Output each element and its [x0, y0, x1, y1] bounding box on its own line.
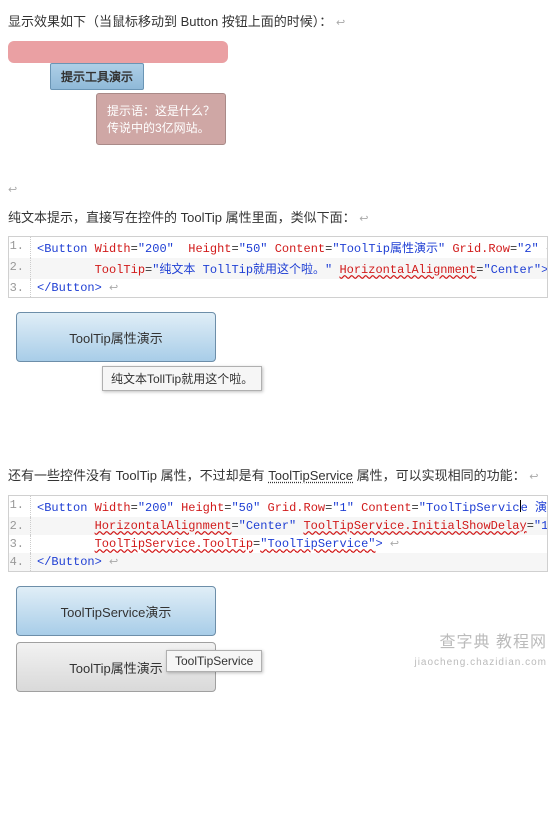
- return-mark: ↩: [8, 184, 17, 196]
- text-cursor: [520, 500, 521, 512]
- demo-button-tooltipservice[interactable]: ToolTipService演示: [16, 586, 216, 636]
- code-line: <Button Width="200" Height="50" Grid.Row…: [31, 496, 547, 517]
- tooltip-service-text: ToolTipService: [175, 654, 253, 668]
- demo-button-tooltip-label: ToolTip属性演示: [69, 328, 162, 347]
- code-line: HorizontalAlignment="Center" ToolTipServ…: [31, 517, 547, 535]
- code-block-2: 1. <Button Width="200" Height="50" Grid.…: [8, 495, 548, 572]
- paragraph-tooltipservice: 还有一些控件没有 ToolTip 属性，不过却是有 ToolTipService…: [8, 466, 549, 487]
- demo-button-tooltip[interactable]: ToolTip属性演示: [16, 312, 216, 362]
- tooltip-plain: 纯文本TollTip就用这个啦。: [102, 366, 262, 391]
- tooltip-rich-line2: 传说中的3亿网站。: [107, 119, 215, 136]
- code-block-1: 1. <Button Width="200" Height="50" Conte…: [8, 236, 548, 298]
- line-number: 2.: [9, 517, 31, 535]
- paragraph-plaintext-text: 纯文本提示，直接写在控件的 ToolTip 属性里面，类似下面：: [8, 210, 356, 225]
- line-number: 2.: [9, 258, 31, 279]
- paragraph-intro: 显示效果如下（当鼠标移动到 Button 按钮上面的时候）： ↩: [8, 12, 549, 33]
- paragraph-ts-b: 属性，可以实现相同的功能：: [353, 468, 526, 483]
- line-number: 1.: [9, 496, 31, 517]
- code-line: </Button> ↩: [31, 279, 547, 297]
- figure1-bg: [8, 41, 228, 63]
- demo-button-tooltipservice-label: ToolTipService演示: [61, 602, 172, 621]
- tooltip-plain-text: 纯文本TollTip就用这个啦。: [111, 372, 253, 386]
- paragraph-ts-u: ToolTipService: [268, 468, 353, 483]
- return-mark: ↩: [529, 471, 538, 483]
- paragraph-ts-a: 还有一些控件没有 ToolTip 属性，不过却是有: [8, 468, 268, 483]
- tooltip-rich: 提示语：这是什么？ 传说中的3亿网站。: [96, 93, 226, 145]
- line-number: 1.: [9, 237, 31, 258]
- line-number: 3.: [9, 279, 31, 297]
- tooltip-rich-line1: 提示语：这是什么？: [107, 102, 215, 119]
- paragraph-plaintext: 纯文本提示，直接写在控件的 ToolTip 属性里面，类似下面： ↩: [8, 208, 549, 229]
- figure-tooltip-plain: ToolTip属性演示 纯文本TollTip就用这个啦。: [16, 312, 549, 446]
- figure-tooltipservice: ToolTipService演示 ToolTip属性演示 ToolTipServ…: [16, 586, 549, 808]
- tooltip-service: ToolTipService: [166, 650, 262, 672]
- line-number: 3.: [9, 535, 31, 553]
- figure-tooltip-rich: 提示工具演示 提示语：这是什么？ 传说中的3亿网站。: [8, 41, 308, 171]
- return-mark: ↩: [336, 17, 345, 29]
- demo-button-rich-label: 提示工具演示: [61, 70, 133, 84]
- code-line: </Button> ↩: [31, 553, 547, 571]
- return-mark: ↩: [359, 213, 368, 225]
- line-number: 4.: [9, 553, 31, 571]
- paragraph-intro-text: 显示效果如下（当鼠标移动到 Button 按钮上面的时候）：: [8, 14, 332, 29]
- code-line: ToolTip="纯文本 TollTip就用这个啦。" HorizontalAl…: [31, 258, 547, 279]
- code-line: ToolTipService.ToolTip="ToolTipService">…: [31, 535, 547, 553]
- code-line: <Button Width="200" Height="50" Content=…: [31, 237, 547, 258]
- demo-button-rich[interactable]: 提示工具演示: [50, 63, 144, 90]
